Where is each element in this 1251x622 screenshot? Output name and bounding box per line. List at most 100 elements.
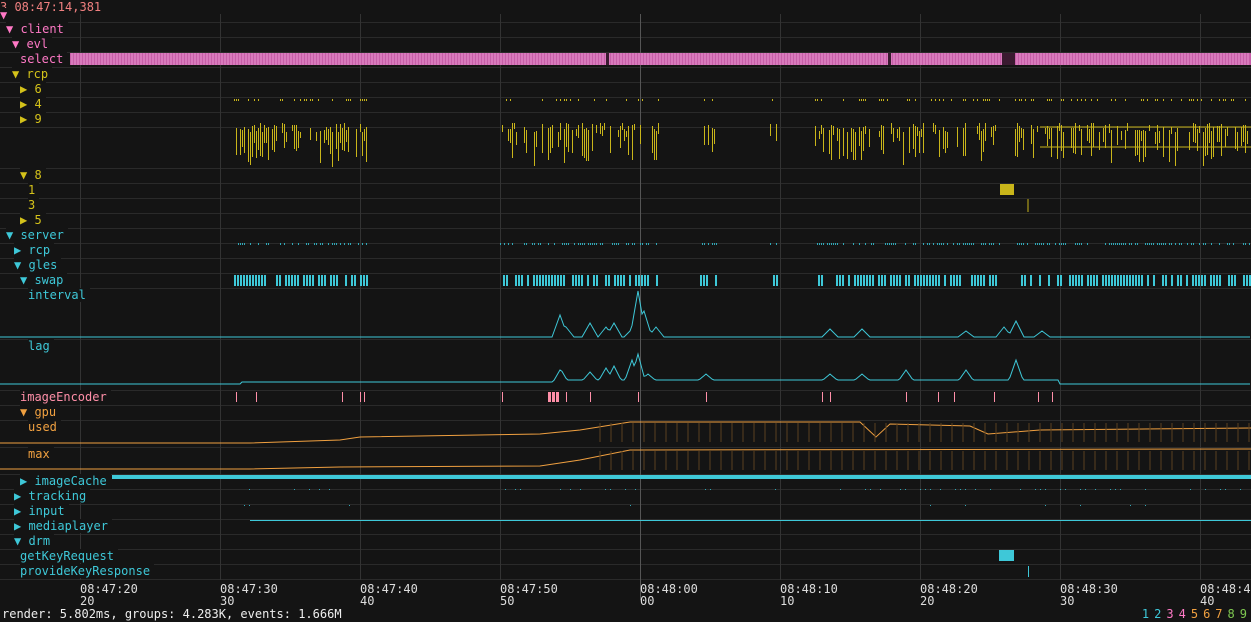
rcp-dot [1125,99,1126,101]
tracking-dot [294,489,295,490]
input-dot [965,505,966,506]
track-label[interactable]: ▼ gpu [20,405,61,419]
level-digit[interactable]: 6 [1203,607,1210,621]
tracking-dot [880,489,881,490]
track-label[interactable]: ▼ evl [12,37,53,51]
track-label[interactable]: ▶ rcp [14,243,55,257]
track-label[interactable]: select [20,52,68,66]
tracking-dot [580,489,581,490]
server-rcp-dot [640,243,641,245]
level-digit[interactable]: 1 [1142,607,1149,621]
track-label[interactable]: imageEncoder [20,390,111,404]
rcp-dot [1163,99,1164,101]
swap-bar [917,275,919,286]
server-rcp-dot [837,243,838,245]
level-digit[interactable]: 2 [1154,607,1161,621]
level-digit[interactable]: 9 [1240,607,1247,621]
track-label[interactable]: ▼ drm [14,534,55,548]
server-rcp-dot [628,243,629,245]
track-label[interactable]: ▶ imageCache [20,474,111,488]
track-label[interactable]: ▼ [0,8,12,22]
server-rcp-dot [1163,243,1164,245]
server-rcp-dot [1055,243,1056,245]
track-label[interactable]: provideKeyResponse [20,564,155,578]
server-rcp-dot [1039,243,1040,245]
swap-bar [596,275,598,286]
rcp-mark [300,132,301,138]
server-rcp-dot [1179,243,1180,245]
rcp-mark [584,129,585,158]
server-rcp-dot [1021,243,1022,245]
track-label[interactable]: ▼ gles [14,258,62,272]
track-label[interactable]: ▶ 5 [20,213,46,227]
track-label[interactable]: lag [28,339,54,353]
track-label[interactable]: ▶ input [14,504,69,518]
server-rcp-dot [548,243,549,245]
status-bar: render: 5.802ms, groups: 4.283K, events:… [0,606,1251,622]
server-rcp-dot [831,243,832,245]
server-rcp-dot [612,243,613,245]
rcp-mark [360,124,361,132]
timeline-canvas[interactable] [0,0,1251,622]
rcp-mark [1237,132,1238,151]
swap-bar [974,275,976,286]
rcp-mark [1213,127,1214,157]
level-digit[interactable]: 5 [1191,607,1198,621]
swap-bar [336,275,338,286]
server-rcp-dot [308,243,309,245]
level-selector[interactable]: 123456789 [1137,606,1247,622]
track-label[interactable]: getKeyRequest [20,549,118,563]
track-label[interactable]: interval [28,288,90,302]
encoder-mark [638,392,639,402]
server-rcp-dot [336,243,337,245]
rcp-mark [704,126,705,145]
server-rcp-dot [853,243,854,245]
rcp-mark [712,128,713,152]
track-label[interactable]: ▶ 9 [20,112,46,126]
swap-bar [953,275,955,286]
track-label[interactable]: ▼ server [6,228,68,242]
track-label[interactable]: 3 [28,198,40,212]
swap-bar [542,275,544,286]
swap-bar [533,275,535,286]
rcp-mark [510,129,511,143]
server-rcp-dot [1115,243,1116,245]
swap-bar [1198,275,1200,286]
rcp-dot [332,99,333,101]
track-label[interactable]: ▶ 6 [20,82,46,96]
track-label[interactable]: ▼ rcp [12,67,53,81]
encoder-mark [590,392,591,402]
track-label[interactable]: ▼ client [6,22,68,36]
level-digit[interactable]: 4 [1179,607,1186,621]
rcp-mark [861,131,862,160]
swap-bar [1078,275,1080,286]
track-label[interactable]: max [28,447,54,461]
rcp-mark [983,129,984,152]
track-label[interactable]: ▶ 4 [20,97,46,111]
rcp-mark [316,132,317,141]
swap-bar [321,275,323,286]
track-label[interactable]: 1 [28,183,40,197]
track-label[interactable]: ▼ 8 [20,168,46,182]
rcp-mark [240,129,241,155]
track-label[interactable]: ▼ swap [20,273,68,287]
level-digit[interactable]: 3 [1166,607,1173,621]
server-rcp-dot [819,243,820,245]
swap-bar [890,275,892,286]
server-rcp-dot [913,243,914,245]
swap-bar [641,275,643,286]
server-rcp-dot [1043,243,1044,245]
track-label[interactable]: ▶ mediaplayer [14,519,112,533]
rcp-mark [1049,128,1050,139]
rcp-mark [1241,127,1242,146]
track-label[interactable]: ▶ tracking [14,489,91,503]
rcp-dot [1063,99,1064,101]
rcp-mark [923,123,924,153]
server-rcp-dot [564,243,565,245]
level-digit[interactable]: 7 [1215,607,1222,621]
swap-bar [1120,275,1122,286]
swap-bar [515,275,517,286]
track-label[interactable]: used [28,420,61,434]
rcp-dot [362,99,363,101]
level-digit[interactable]: 8 [1228,607,1235,621]
